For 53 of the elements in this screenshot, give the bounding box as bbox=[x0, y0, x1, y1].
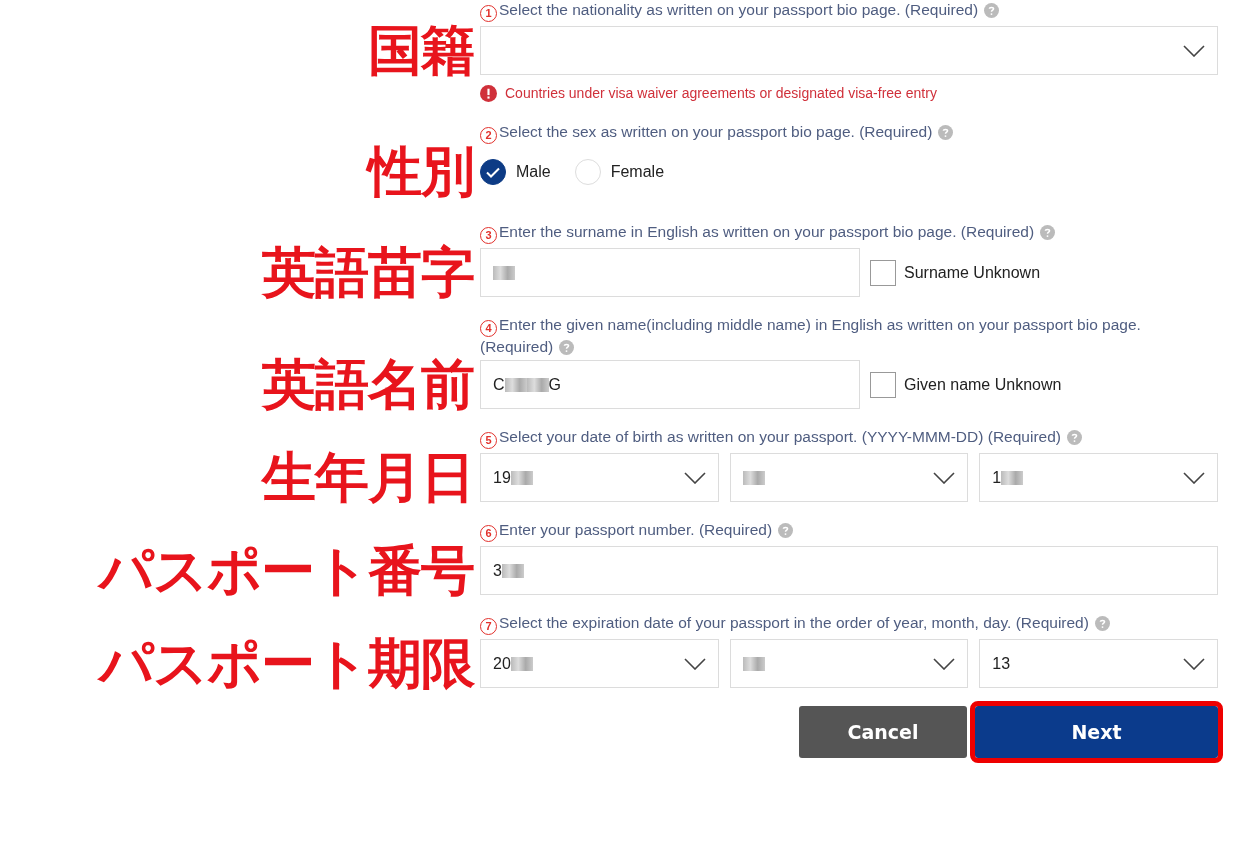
question-text: 1 Select the nationality as written on your passport bio page. (Required) bbox=[480, 0, 1218, 22]
checkmark-icon bbox=[486, 166, 500, 178]
radio-option[interactable]: Female bbox=[574, 159, 665, 185]
help-icon bbox=[1094, 616, 1110, 631]
question-text: 7 Select the expiration date of your passport in the order of year, month, day. (Required) bbox=[480, 613, 1218, 635]
chevron-down-icon bbox=[933, 657, 956, 670]
radio-option[interactable]: Male bbox=[480, 159, 551, 185]
checkbox-label: Surname Unknown bbox=[904, 262, 1041, 283]
checkbox[interactable] bbox=[870, 259, 896, 286]
chevron-down-icon bbox=[683, 657, 706, 670]
help-icon bbox=[1066, 430, 1082, 445]
help-icon bbox=[938, 125, 954, 140]
question-text: 5 Select your date of birth as written on your passport. (YYYY-MMM-DD) (Required) bbox=[480, 427, 1218, 449]
help-icon bbox=[984, 3, 1000, 18]
checkbox-label: Given name Unknown bbox=[904, 374, 1062, 395]
field-label: 国籍 bbox=[367, 26, 475, 75]
input-field[interactable]: 3 bbox=[480, 546, 1218, 595]
help-icon bbox=[778, 523, 794, 538]
date-select[interactable]: 1 bbox=[979, 453, 1218, 502]
date-select[interactable] bbox=[729, 453, 969, 502]
chevron-down-icon bbox=[1183, 44, 1205, 57]
field-value: G bbox=[548, 374, 561, 395]
help-icon bbox=[1040, 225, 1056, 240]
date-select[interactable]: 20 bbox=[480, 639, 719, 688]
input-field[interactable]: C G bbox=[480, 360, 860, 409]
chevron-down-icon bbox=[933, 471, 956, 484]
nationality-select[interactable] bbox=[480, 26, 1218, 75]
help-icon bbox=[559, 340, 575, 355]
input-field[interactable] bbox=[480, 248, 860, 297]
field-value: 1 bbox=[992, 467, 1002, 488]
cancel-button[interactable]: Cancel bbox=[799, 706, 967, 758]
error-icon bbox=[480, 85, 497, 102]
date-select[interactable] bbox=[729, 639, 969, 688]
error-message: Countries under visa waiver agreements or designated visa-free entry bbox=[505, 84, 937, 103]
question-text: 2 Select the sex as written on your passport bio page. (Required) bbox=[480, 122, 1218, 144]
field-value: C bbox=[493, 374, 505, 395]
radio-button[interactable] bbox=[480, 159, 506, 185]
question-text: 4 Enter the given name(including middle name) in English as written on your passport bio page. (Required) bbox=[480, 315, 1142, 356]
field-value: 3 bbox=[493, 560, 502, 581]
field-value: 13 bbox=[992, 653, 1011, 674]
checkbox[interactable] bbox=[870, 371, 896, 398]
chevron-down-icon bbox=[1183, 657, 1205, 670]
date-select[interactable]: 13 bbox=[979, 639, 1218, 688]
radio-label: Male bbox=[516, 162, 551, 182]
field-value: 19 bbox=[493, 467, 511, 488]
field-label: パスポート期限 bbox=[96, 639, 476, 688]
date-select[interactable]: 19 bbox=[480, 453, 719, 502]
field-value: 20 bbox=[493, 653, 511, 674]
question-text: 3 Enter the surname in English as written on your passport bio page. (Required) bbox=[480, 222, 1218, 244]
chevron-down-icon bbox=[1183, 471, 1205, 484]
radio-label: Female bbox=[610, 162, 665, 182]
question-text: 6 Enter your passport number. (Required) bbox=[480, 520, 1218, 542]
chevron-down-icon bbox=[683, 471, 706, 484]
